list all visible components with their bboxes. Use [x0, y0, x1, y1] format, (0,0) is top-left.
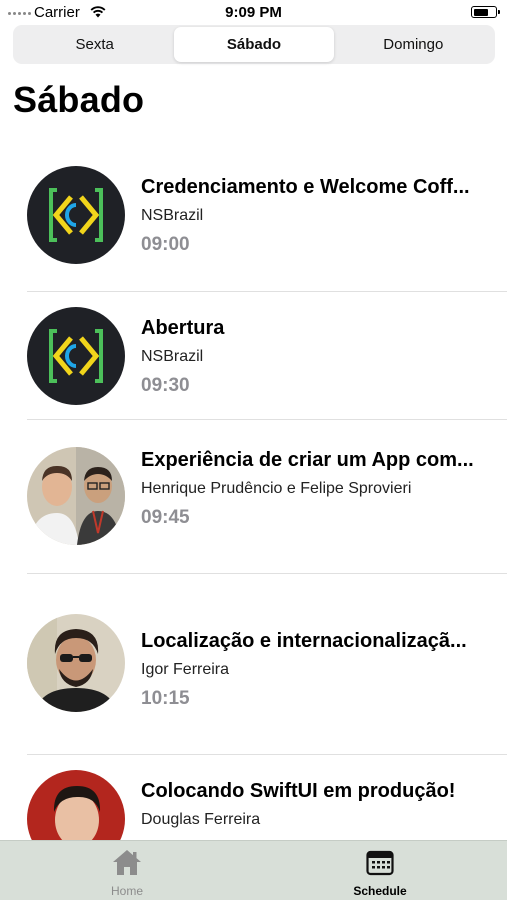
session-speaker: NSBrazil: [141, 348, 204, 365]
battery-fill: [473, 8, 488, 16]
session-row[interactable]: Abertura NSBrazil 09:30: [0, 292, 507, 420]
nsbrazil-logo-avatar: [27, 307, 125, 405]
session-row[interactable]: Experiência de criar um App com... Henri…: [0, 420, 507, 574]
tab-home[interactable]: Home: [67, 847, 187, 898]
segment-domingo[interactable]: Domingo: [334, 27, 493, 62]
session-speaker: Igor Ferreira: [141, 661, 230, 678]
calendar-icon: [366, 850, 394, 876]
session-time: 09:00: [141, 234, 190, 255]
tab-schedule[interactable]: Schedule: [320, 847, 440, 898]
session-title: Colocando SwiftUI em produção!: [141, 780, 456, 802]
session-time: 09:30: [141, 375, 190, 396]
session-title: Credenciamento e Welcome Coff...: [141, 176, 470, 198]
session-time: 10:15: [141, 688, 190, 709]
session-speaker: Douglas Ferreira: [141, 811, 261, 828]
segment-sexta[interactable]: Sexta: [15, 27, 174, 62]
session-speaker: Henrique Prudêncio e Felipe Sprovieri: [141, 480, 412, 497]
session-row[interactable]: Localização e internacionalizaçã... Igor…: [0, 574, 507, 755]
page-title: Sábado: [13, 79, 145, 120]
status-bar: Carrier 9:09 PM: [0, 0, 507, 26]
segment-sabado[interactable]: Sábado: [174, 27, 334, 62]
tab-home-label: Home: [110, 884, 143, 898]
session-speaker: NSBrazil: [141, 207, 204, 224]
day-segmented-control[interactable]: Sexta Sábado Domingo: [13, 25, 495, 64]
nsbrazil-logo-avatar: [27, 166, 125, 264]
battery-icon: [471, 6, 500, 18]
session-title: Localização e internacionalizaçã...: [141, 630, 467, 652]
session-row[interactable]: Colocando SwiftUI em produção! Douglas F…: [0, 755, 507, 868]
session-time: 09:45: [141, 507, 190, 528]
two-speakers-photo-avatar: [27, 447, 125, 545]
session-row[interactable]: Credenciamento e Welcome Coff... NSBrazi…: [0, 140, 507, 292]
tab-schedule-label: Schedule: [353, 884, 407, 898]
session-title: Abertura: [141, 317, 225, 339]
house-icon: [113, 850, 141, 875]
session-title: Experiência de criar um App com...: [141, 449, 474, 471]
tab-bar: Home Schedule: [0, 840, 507, 900]
status-time: 9:09 PM: [225, 4, 282, 21]
speaker-photo-avatar: [27, 614, 125, 712]
